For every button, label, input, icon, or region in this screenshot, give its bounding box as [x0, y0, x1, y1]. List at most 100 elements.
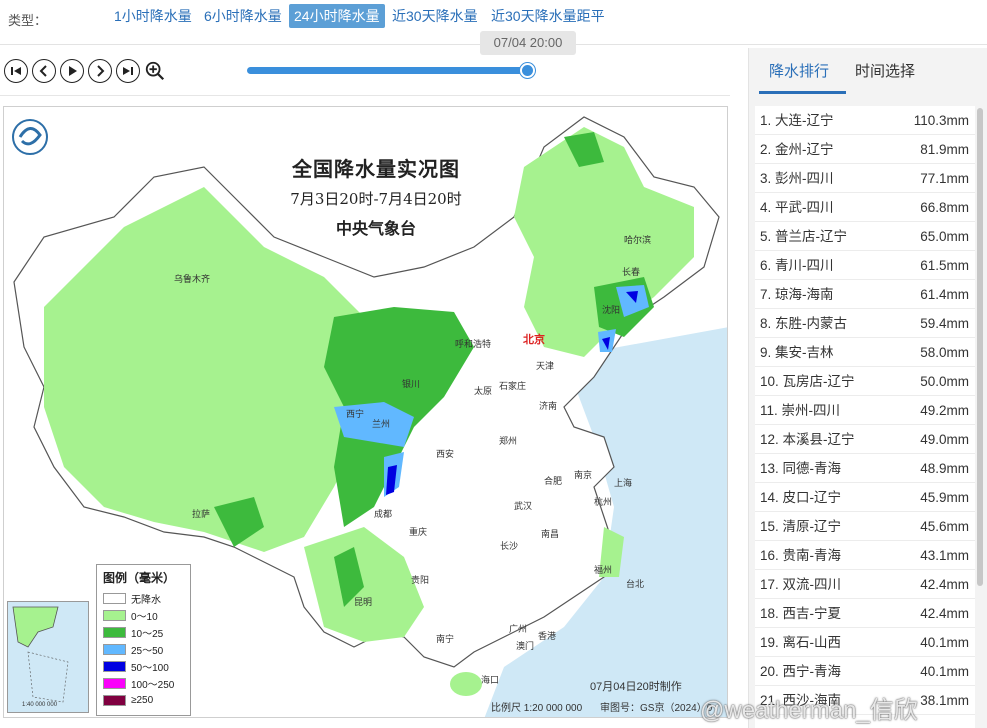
- ranking-row[interactable]: 18. 西吉-宁夏 42.4mm: [755, 599, 975, 628]
- legend-label: 100～250: [131, 680, 175, 691]
- scrollbar[interactable]: [977, 108, 983, 586]
- city-label: 南宁: [436, 634, 455, 644]
- ranking-station-name: 同德-青海: [782, 461, 842, 476]
- ranking-row[interactable]: 8. 东胜-内蒙古 59.4mm: [755, 309, 975, 338]
- ranking-row[interactable]: 9. 集安-吉林 58.0mm: [755, 338, 975, 367]
- ranking-row[interactable]: 1. 大连-辽宁 110.3mm: [755, 106, 975, 135]
- ranking-number: 7.: [760, 287, 772, 302]
- ranking-number: 3.: [760, 171, 772, 186]
- ranking-row[interactable]: 4. 平武-四川 66.8mm: [755, 193, 975, 222]
- ranking-value: 59.4mm: [920, 316, 969, 331]
- ranking-station-name: 西吉-宁夏: [782, 606, 842, 621]
- inset-map-graphic: [12, 606, 69, 703]
- ranking-number: 13.: [760, 461, 779, 476]
- ranking-station: 16. 贵南-青海: [760, 541, 841, 569]
- first-frame-button[interactable]: [4, 59, 28, 83]
- legend-row: ≥250: [103, 692, 184, 709]
- city-label: 杭州: [594, 497, 613, 507]
- legend-swatch: [103, 610, 126, 621]
- ranking-row[interactable]: 10. 瓦房店-辽宁 50.0mm: [755, 367, 975, 396]
- ranking-row[interactable]: 2. 金州-辽宁 81.9mm: [755, 135, 975, 164]
- zoom-in-icon: [145, 61, 165, 81]
- type-option-1h[interactable]: 1小时降水量: [109, 4, 197, 28]
- ranking-value: 50.0mm: [920, 374, 969, 389]
- ranking-number: 5.: [760, 229, 772, 244]
- city-label: 长春: [622, 267, 641, 277]
- type-option-6h[interactable]: 6小时降水量: [199, 4, 287, 28]
- ranking-value: 49.2mm: [920, 403, 969, 418]
- ranking-station-name: 琼海-海南: [775, 287, 834, 302]
- ranking-row[interactable]: 15. 清原-辽宁 45.6mm: [755, 512, 975, 541]
- south-china-sea-inset: 1:40 000 000: [7, 601, 89, 713]
- ranking-value: 40.1mm: [920, 664, 969, 679]
- type-option-30d-anomaly[interactable]: 近30天降水量距平: [486, 4, 610, 28]
- map-title: 全国降水量实况图: [292, 157, 460, 181]
- ranking-number: 8.: [760, 316, 772, 331]
- ranking-station: 20. 西宁-青海: [760, 657, 841, 685]
- timeline-slider-handle[interactable]: [520, 63, 535, 78]
- zoom-button[interactable]: [143, 59, 167, 83]
- ranking-row[interactable]: 7. 琼海-海南 61.4mm: [755, 280, 975, 309]
- ranking-station: 3. 彭州-四川: [760, 164, 834, 192]
- ranking-row[interactable]: 3. 彭州-四川 77.1mm: [755, 164, 975, 193]
- type-option-24h[interactable]: 24小时降水量: [289, 4, 385, 28]
- ranking-value: 43.1mm: [920, 548, 969, 563]
- ranking-row[interactable]: 17. 双流-四川 42.4mm: [755, 570, 975, 599]
- city-label: 重庆: [409, 527, 428, 537]
- ranking-station: 2. 金州-辽宁: [760, 135, 834, 163]
- ranking-number: 12.: [760, 432, 779, 447]
- city-label: 合肥: [544, 476, 563, 486]
- ranking-value: 49.0mm: [920, 432, 969, 447]
- ranking-value: 40.1mm: [920, 635, 969, 650]
- ranking-station-name: 集安-吉林: [775, 345, 834, 360]
- play-button[interactable]: [60, 59, 84, 83]
- ranking-row[interactable]: 20. 西宁-青海 40.1mm: [755, 657, 975, 686]
- ranking-number: 10.: [760, 374, 779, 389]
- ranking-row[interactable]: 14. 皮口-辽宁 45.9mm: [755, 483, 975, 512]
- ranking-station: 14. 皮口-辽宁: [760, 483, 841, 511]
- city-label: 南昌: [541, 529, 560, 539]
- ranking-station: 12. 本溪县-辽宁: [760, 425, 855, 453]
- type-option-30d[interactable]: 近30天降水量: [387, 4, 483, 28]
- play-icon: [69, 66, 77, 76]
- tab-time-select[interactable]: 时间选择: [855, 60, 915, 81]
- city-label: 兰州: [372, 419, 391, 429]
- ranking-station: 15. 清原-辽宁: [760, 512, 841, 540]
- legend-swatch: [103, 644, 126, 655]
- ranking-list[interactable]: 1. 大连-辽宁 110.3mm 2. 金州-辽宁 81.9mm 3. 彭州-四川 77.…: [755, 106, 975, 728]
- ranking-row[interactable]: 16. 贵南-青海 43.1mm: [755, 541, 975, 570]
- ranking-number: 1.: [760, 113, 772, 128]
- active-tab-indicator: [759, 91, 846, 94]
- ranking-value: 45.6mm: [920, 519, 969, 534]
- city-label: 西宁: [346, 409, 365, 419]
- city-label: 福州: [594, 565, 613, 575]
- ranking-value: 42.4mm: [920, 577, 969, 592]
- ranking-row[interactable]: 19. 离石-山西 40.1mm: [755, 628, 975, 657]
- city-label: 银川: [402, 379, 421, 389]
- ranking-panel: 降水排行 时间选择 1. 大连-辽宁 110.3mm 2. 金州-辽宁 81.9mm 3…: [748, 48, 987, 728]
- city-label: 北京: [523, 334, 545, 346]
- ranking-station: 7. 琼海-海南: [760, 280, 834, 308]
- legend-label: 10～25: [131, 629, 164, 640]
- ranking-station-name: 东胜-内蒙古: [775, 316, 848, 331]
- ranking-row[interactable]: 6. 青川-四川 61.5mm: [755, 251, 975, 280]
- ranking-row[interactable]: 11. 崇州-四川 49.2mm: [755, 396, 975, 425]
- city-label: 南京: [574, 470, 593, 480]
- city-label: 贵阳: [411, 575, 430, 585]
- first-icon: [11, 67, 21, 75]
- prev-frame-button[interactable]: [32, 59, 56, 83]
- ranking-number: 15.: [760, 519, 779, 534]
- ranking-row[interactable]: 12. 本溪县-辽宁 49.0mm: [755, 425, 975, 454]
- last-frame-button[interactable]: [116, 59, 140, 83]
- ranking-row[interactable]: 5. 普兰店-辽宁 65.0mm: [755, 222, 975, 251]
- tab-rainfall-ranking[interactable]: 降水排行: [769, 60, 829, 81]
- next-frame-button[interactable]: [88, 59, 112, 83]
- timeline-slider[interactable]: [247, 67, 528, 74]
- ranking-row[interactable]: 13. 同德-青海 48.9mm: [755, 454, 975, 483]
- legend-swatch: [103, 627, 126, 638]
- city-label: 香港: [538, 631, 557, 641]
- review-number: 审图号：GS京（2024）0: [600, 703, 713, 714]
- ranking-value: 81.9mm: [920, 142, 969, 157]
- map-period: 7月3日20时-7月4日20时: [290, 190, 462, 208]
- inset-scale: 1:40 000 000: [22, 702, 58, 708]
